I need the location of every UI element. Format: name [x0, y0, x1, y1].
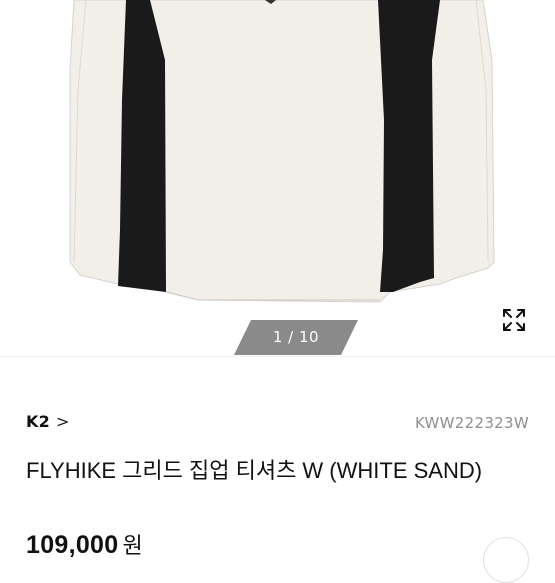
brand-name: K2: [26, 412, 50, 431]
right-black-panel: [378, 0, 440, 292]
product-title: FLYHIKE 그리드 집업 티셔츠 W (WHITE SAND): [26, 458, 483, 483]
image-counter: 1 / 10: [234, 320, 358, 355]
product-image-gallery[interactable]: 1 / 10: [0, 0, 555, 356]
expand-icon[interactable]: [499, 305, 529, 335]
price-unit: 원: [122, 533, 144, 558]
brand-link[interactable]: K2 >: [26, 412, 70, 431]
floating-action-button[interactable]: [483, 537, 529, 583]
chevron-right-icon: >: [55, 412, 70, 431]
product-code: KWW222323W: [414, 414, 529, 432]
left-black-panel: [118, 0, 166, 292]
section-divider: [0, 356, 555, 357]
product-price: 109,000 원: [26, 528, 143, 560]
product-photo: [69, 0, 495, 303]
